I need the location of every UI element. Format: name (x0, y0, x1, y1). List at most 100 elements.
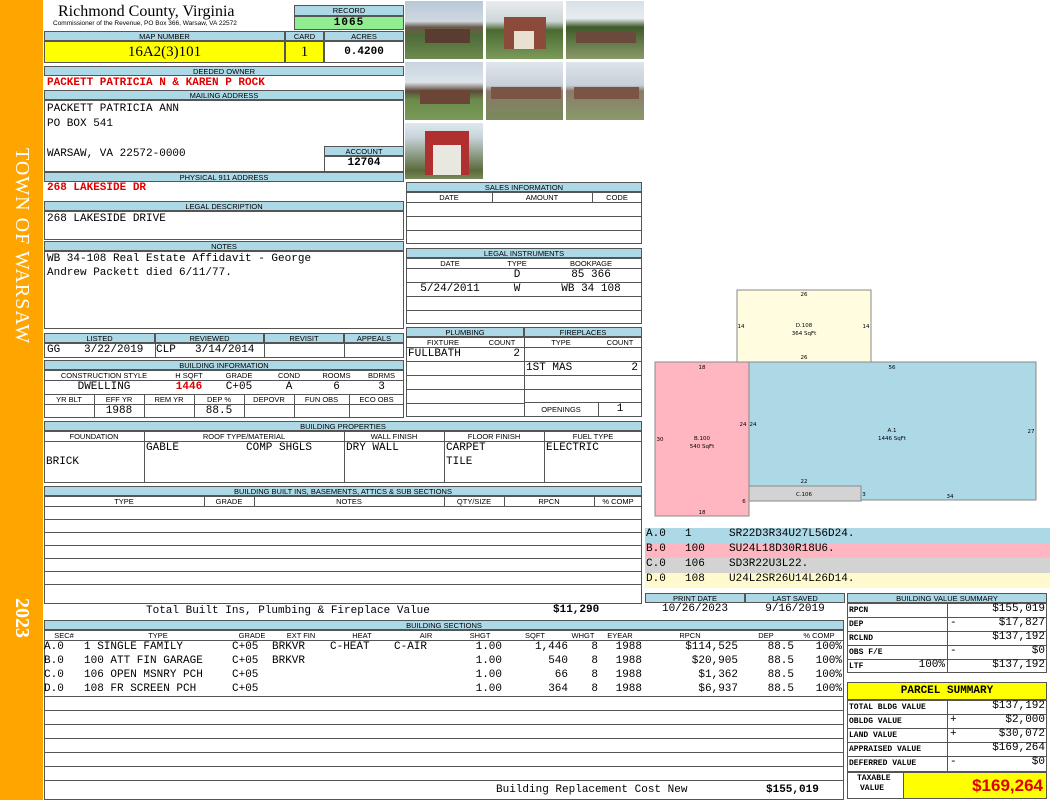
garage-photo (404, 122, 484, 180)
dim-label: 3 (862, 492, 866, 498)
legal-instruments-title: LEGAL INSTRUMENTS (406, 248, 642, 258)
floor-header: FLOOR FINISH (467, 432, 521, 441)
builtins-total-label: Total Built Ins, Plumbing & Fireplace Va… (146, 605, 430, 617)
parcel-summary-value: $2,000 (1005, 714, 1045, 726)
listed-label: LISTED (44, 333, 155, 343)
dim-label: 18 (699, 365, 706, 371)
taxable-label-2: VALUE (860, 784, 885, 793)
notes-line-2: Andrew Packett died 6/11/77. (47, 267, 232, 279)
section-cell-dep: 88.5 (767, 641, 794, 653)
section-cell-dep: 88.5 (767, 655, 794, 667)
dim-label: 34 (947, 494, 954, 500)
builtins-notes-header: NOTES (336, 497, 362, 506)
grade-value: C+05 (225, 381, 253, 393)
dep-pct-header: DEP % (206, 395, 232, 404)
parcel-summary-value: $30,072 (998, 728, 1045, 740)
mailing-line-1: PACKETT PATRICIA ANN (47, 103, 180, 115)
sales-date-header: DATE (439, 193, 459, 202)
section-cell-rpcn: $114,525 (685, 641, 738, 653)
card-value: 1 (285, 41, 324, 63)
section-cell-whgt: 8 (591, 641, 598, 653)
section-cell-shgt: 1.00 (475, 669, 502, 681)
fireplace-type: 1ST MAS (526, 362, 573, 374)
section-cell-comp: 100% (815, 669, 842, 681)
section-cell-sec: A.0 (44, 641, 64, 653)
parcel-summary-label: APPRAISED VALUE (849, 745, 922, 754)
value-summary-value: $137,192 (992, 659, 1045, 671)
legal-row-2-bookpage: WB 34 108 (561, 283, 621, 295)
last-saved-value: 9/16/2019 (765, 603, 825, 615)
plumbing-title: PLUMBING (406, 327, 524, 337)
dim-label: 14 (863, 324, 870, 330)
value-summary-pct: 100% (918, 659, 945, 671)
parcel-summary-sign: + (950, 728, 957, 740)
listed-by: GG (47, 344, 61, 356)
parcel-summary-sign: - (950, 756, 957, 768)
section-cell-heat: C-HEAT (330, 641, 370, 653)
sections-header-sqft: SQFT (525, 631, 545, 640)
house-photo-2 (485, 0, 564, 60)
parcel-summary-sign: + (950, 714, 957, 726)
section-cell-dep: 88.5 (767, 683, 794, 695)
rooms-header: ROOMS (322, 371, 351, 380)
section-cell-whgt: 8 (591, 655, 598, 667)
legal-description-value: 268 LAKESIDE DRIVE (47, 213, 166, 225)
sketch-a-area: 1446 SqFt (878, 436, 907, 442)
fuel-value: ELECTRIC (546, 442, 599, 454)
mailing-address-label: MAILING ADDRESS (44, 90, 404, 100)
mailing-line-2: PO BOX 541 (47, 118, 114, 130)
floor-value-2: TILE (446, 456, 473, 468)
section-cell-eyear: 1988 (615, 655, 642, 667)
section-cell-shgt: 1.00 (475, 655, 502, 667)
section-cell-type: 100 ATT FIN GARAGE (84, 655, 203, 667)
dim-label: 22 (801, 479, 808, 485)
foundation-value: BRICK (46, 456, 80, 468)
section-cell-type: 106 OPEN MSNRY PCH (84, 669, 203, 681)
hsqft-value: 1446 (175, 381, 203, 393)
record-value: 1065 (294, 16, 404, 30)
legal-row-1-type: D (513, 269, 521, 281)
sections-header-heat: HEAT (352, 631, 372, 640)
depovr-header: DEPOVR (253, 395, 285, 404)
sections-header-sec: SEC# (54, 631, 74, 640)
account-label: ACCOUNT (324, 146, 404, 156)
section-cell-grade: C+05 (232, 641, 259, 653)
mailing-line-3: WARSAW, VA 22572-0000 (47, 148, 186, 160)
reviewed-label: REVIEWED (155, 333, 264, 343)
town-label: TOWN OF WARSAW (11, 148, 33, 345)
fireplace-count: 2 (631, 362, 638, 374)
sales-info-title: SALES INFORMATION (406, 182, 642, 192)
construction-style: DWELLING (77, 381, 131, 393)
legal-row-2-date: 5/24/2011 (420, 283, 480, 295)
cond-value: A (285, 381, 293, 393)
acres-label: ACRES (324, 31, 404, 41)
eco-obs-header: ECO OBS (359, 395, 394, 404)
value-summary-sign: - (950, 645, 957, 657)
builtins-title: BUILDING BUILT INS, BASEMENTS, ATTICS & … (44, 486, 642, 496)
legal-date-header: DATE (440, 259, 460, 268)
section-cell-whgt: 8 (591, 683, 598, 695)
dim-label: 30 (657, 437, 664, 443)
value-summary-title: BUILDING VALUE SUMMARY (847, 593, 1047, 603)
print-date-value: 10/26/2023 (661, 603, 728, 615)
builtins-total-value: $11,290 (553, 604, 600, 616)
section-cell-sqft: 364 (548, 683, 568, 695)
section-cell-rpcn: $20,905 (691, 655, 738, 667)
map-number-value: 16A2(3)101 (44, 41, 285, 63)
wall-header: WALL FINISH (370, 432, 418, 441)
builtins-grade-header: GRADE (215, 497, 243, 506)
section-cell-sec: D.0 (44, 683, 64, 695)
sketch-a-label: A.1 (888, 428, 897, 434)
section-cell-whgt: 8 (591, 669, 598, 681)
legal-row-2-type: W (513, 283, 521, 295)
sketch-c-label: C.106 (796, 492, 813, 498)
foundation-header: FOUNDATION (69, 432, 119, 441)
building-sections-title: BUILDING SECTIONS (44, 620, 844, 630)
legal-type-header: TYPE (507, 259, 527, 268)
plumbing-fixture: FULLBATH (408, 348, 461, 360)
dim-label: 26 (801, 355, 808, 361)
value-summary-label: RPCN (849, 606, 869, 615)
account-value: 12704 (324, 156, 404, 172)
roof-header: ROOF TYPE/MATERIAL (202, 432, 286, 441)
reviewed-date: 3/14/2014 (195, 344, 255, 356)
